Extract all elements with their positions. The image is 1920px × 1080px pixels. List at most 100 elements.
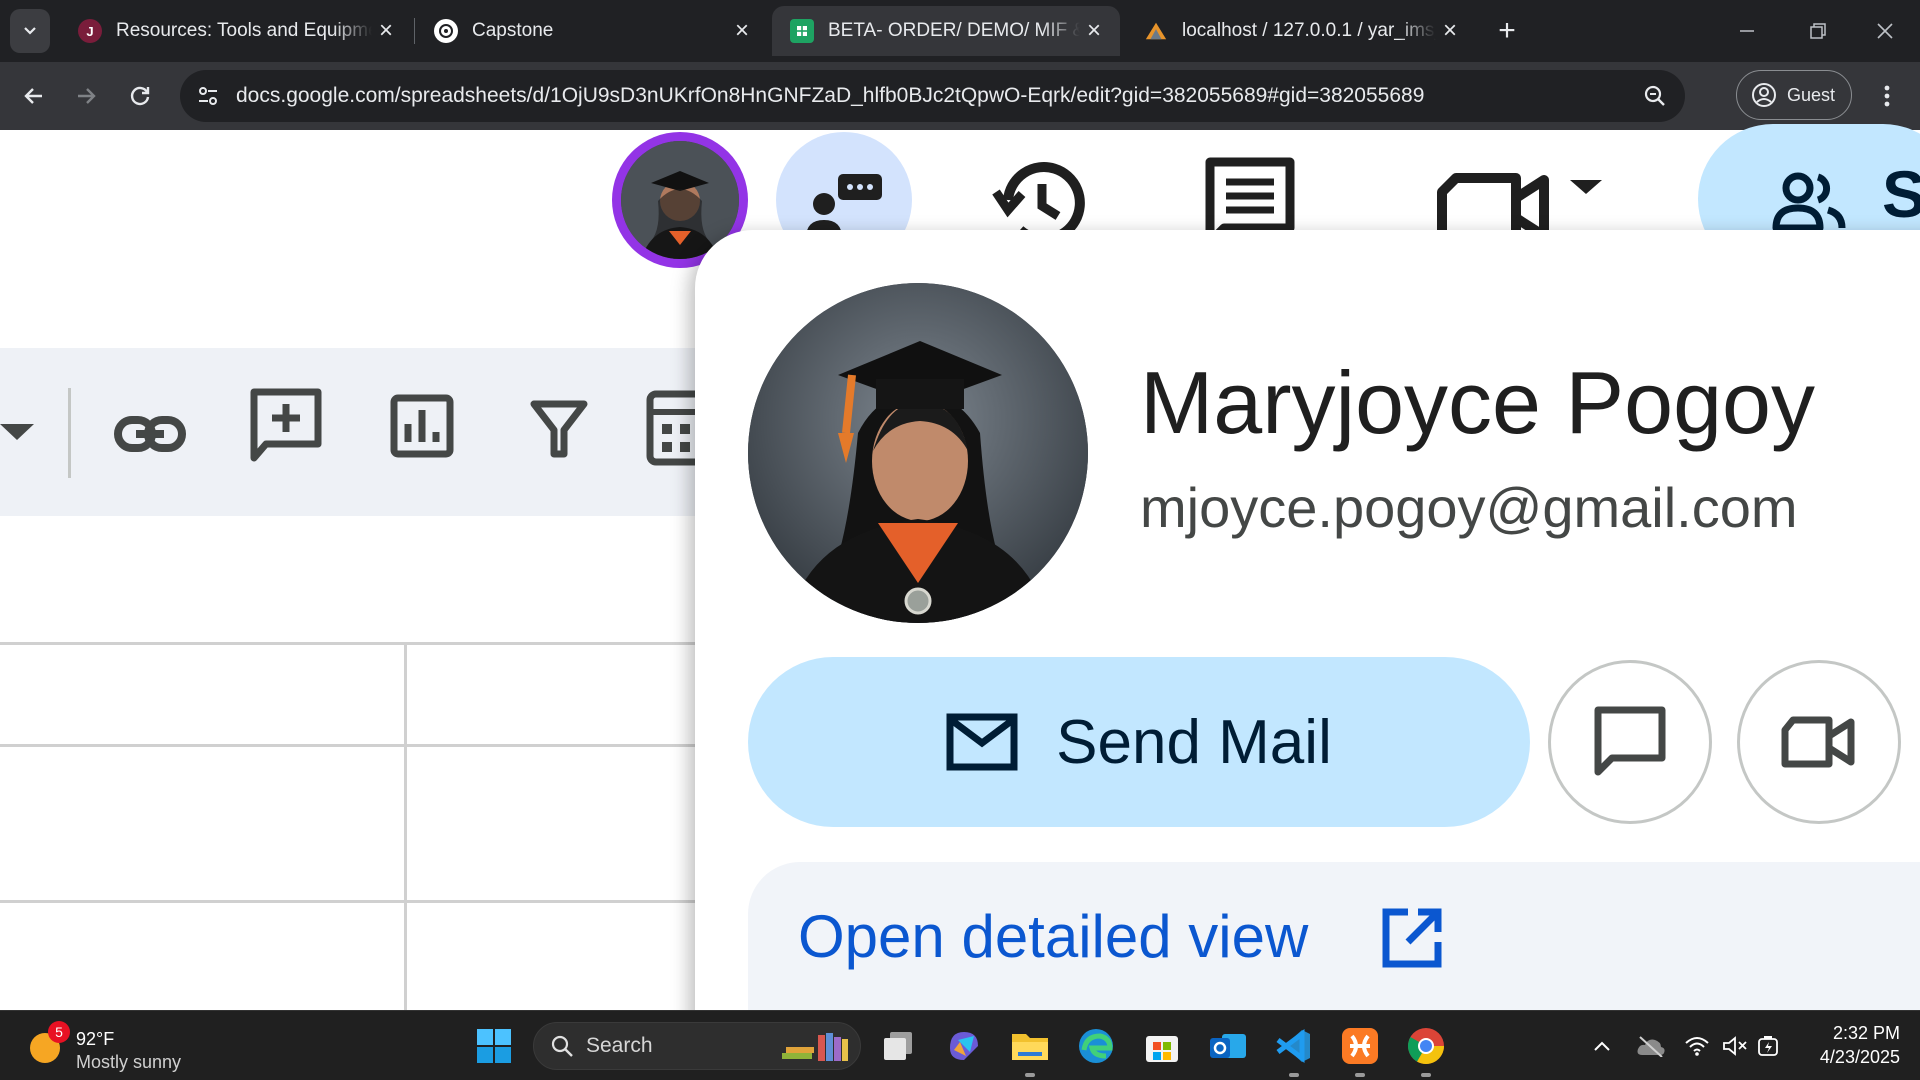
xampp-icon (1342, 1028, 1378, 1064)
tab-sheets-active[interactable]: BETA- ORDER/ DEMO/ MIF & A × (772, 6, 1120, 56)
chevron-up-icon[interactable] (1592, 1036, 1612, 1056)
search-label: Search (586, 1034, 653, 1057)
m365-icon (950, 1032, 978, 1060)
dropdown-arrow-icon[interactable] (0, 420, 36, 444)
people-icon (1772, 172, 1846, 232)
address-bar[interactable]: docs.google.com/spreadsheets/d/1OjU9sD3n… (180, 70, 1685, 122)
tab-title: Resources: Tools and Equipmen (116, 20, 372, 41)
avatar (748, 283, 1088, 623)
task-view-button[interactable] (876, 1024, 920, 1068)
profile-button[interactable]: Guest (1736, 70, 1852, 120)
forward-button[interactable] (66, 76, 106, 116)
minimize-button[interactable] (1730, 14, 1764, 48)
sheets-toolbar (0, 348, 720, 516)
link-icon[interactable] (114, 398, 186, 470)
filter-icon[interactable] (530, 398, 588, 458)
tab-title: BETA- ORDER/ DEMO/ MIF & A (828, 20, 1080, 41)
close-icon[interactable]: × (728, 17, 756, 45)
toolbar-divider (68, 388, 71, 478)
share-label: S (1882, 157, 1920, 231)
vscode-icon (1276, 1029, 1310, 1063)
tab-capstone[interactable]: Capstone × (416, 6, 768, 56)
windows-taskbar: 5 92°F Mostly sunny Search 2:32 PM 4/23/… (0, 1010, 1920, 1080)
wifi-icon[interactable] (1684, 1035, 1710, 1057)
phpmyadmin-favicon (1144, 19, 1168, 43)
tab-localhost[interactable]: localhost / 127.0.0.1 / yar_ims_d × (1126, 6, 1476, 56)
close-icon[interactable]: × (1080, 17, 1108, 45)
tab-search-button[interactable] (10, 9, 50, 53)
start-button[interactable] (472, 1024, 516, 1068)
reload-icon (130, 86, 150, 106)
chat-with-user-button[interactable] (1548, 660, 1712, 824)
open-detailed-view-link[interactable]: Open detailed view (798, 902, 1308, 971)
profile-card: Maryjoyce Pogoy mjoyce.pogoy@gmail.com S… (695, 230, 1920, 1032)
clock-time: 2:32 PM (1832, 1023, 1900, 1043)
insert-comment-icon[interactable] (248, 388, 324, 464)
tab-title: localhost / 127.0.0.1 / yar_ims_d (1182, 20, 1436, 41)
search-icon (551, 1035, 573, 1057)
video-call-button[interactable] (1737, 660, 1901, 824)
close-icon[interactable]: × (372, 17, 400, 45)
zoom-icon[interactable] (1642, 83, 1668, 109)
running-indicator (1355, 1073, 1365, 1077)
m365-app[interactable] (942, 1024, 986, 1068)
browser-menu-button[interactable] (1867, 76, 1907, 116)
new-tab-button[interactable]: + (1490, 14, 1524, 48)
clock-date: 4/23/2025 (1819, 1047, 1900, 1067)
clock[interactable]: 2:32 PM 4/23/2025 (1800, 1021, 1900, 1069)
grid-line (0, 744, 720, 747)
xampp-app[interactable] (1338, 1024, 1382, 1068)
reload-button[interactable] (120, 76, 160, 116)
insert-chart-icon[interactable] (390, 394, 454, 458)
taskbar-search[interactable]: Search (533, 1022, 861, 1070)
url-text[interactable]: docs.google.com/spreadsheets/d/1OjU9sD3n… (236, 84, 1424, 108)
arrow-right-icon (78, 88, 96, 104)
tab-resources[interactable]: J Resources: Tools and Equipmen × (60, 6, 412, 56)
browser-toolbar: docs.google.com/spreadsheets/d/1OjU9sD3n… (0, 62, 1920, 130)
chevron-down-icon (24, 27, 36, 35)
restore-button[interactable] (1800, 14, 1834, 48)
site-info-icon[interactable] (196, 84, 220, 108)
profile-name: Maryjoyce Pogoy (1140, 353, 1815, 452)
profile-label: Guest (1787, 84, 1836, 105)
tab-separator (414, 18, 415, 44)
spreadsheet-grid[interactable] (0, 550, 720, 1010)
running-indicator (1289, 1073, 1299, 1077)
chatgpt-favicon (434, 19, 458, 43)
store-icon (1146, 1036, 1178, 1062)
outlook-icon (1210, 1034, 1246, 1058)
send-mail-button[interactable]: Send Mail (748, 657, 1530, 827)
close-window-button[interactable] (1868, 14, 1902, 48)
tab-strip: J Resources: Tools and Equipmen × Capsto… (0, 0, 1920, 62)
minimize-icon (1740, 30, 1754, 32)
weather-widget[interactable]: 5 92°F Mostly sunny (26, 1017, 206, 1075)
onedrive-icon[interactable] (1636, 1035, 1666, 1057)
back-button[interactable] (14, 76, 54, 116)
speaker-muted-icon[interactable] (1722, 1035, 1748, 1057)
weather-temp: 92°F (76, 1029, 115, 1049)
open-detailed-view-row[interactable]: Open detailed view (748, 862, 1920, 1032)
arrow-left-icon (24, 88, 42, 104)
file-explorer-app[interactable] (1008, 1024, 1052, 1068)
tab-title: Capstone (472, 20, 554, 41)
close-icon (1877, 23, 1893, 39)
vscode-app[interactable] (1272, 1024, 1316, 1068)
profile-email: mjoyce.pogoy@gmail.com (1140, 476, 1798, 539)
weather-badge: 5 (48, 1021, 70, 1043)
microsoft-store-app[interactable] (1140, 1024, 1184, 1068)
chrome-icon (1407, 1028, 1444, 1065)
sheets-page: S Maryjoyce Pogoy mjoyce.pogoy@gmail.com… (0, 124, 1920, 1032)
open-in-new-icon (1382, 908, 1442, 968)
running-indicator (1421, 1073, 1431, 1077)
weather-description: Mostly sunny (76, 1052, 182, 1072)
grid-line (404, 642, 407, 1010)
more-vert-icon (1884, 85, 1890, 107)
edge-app[interactable] (1074, 1024, 1118, 1068)
restore-icon (1810, 23, 1826, 39)
edge-icon (1079, 1029, 1113, 1063)
outlook-app[interactable] (1206, 1024, 1250, 1068)
chrome-app[interactable] (1404, 1024, 1448, 1068)
close-icon[interactable]: × (1436, 17, 1464, 45)
books-icon (782, 1033, 848, 1061)
battery-charging-icon[interactable] (1756, 1033, 1782, 1059)
